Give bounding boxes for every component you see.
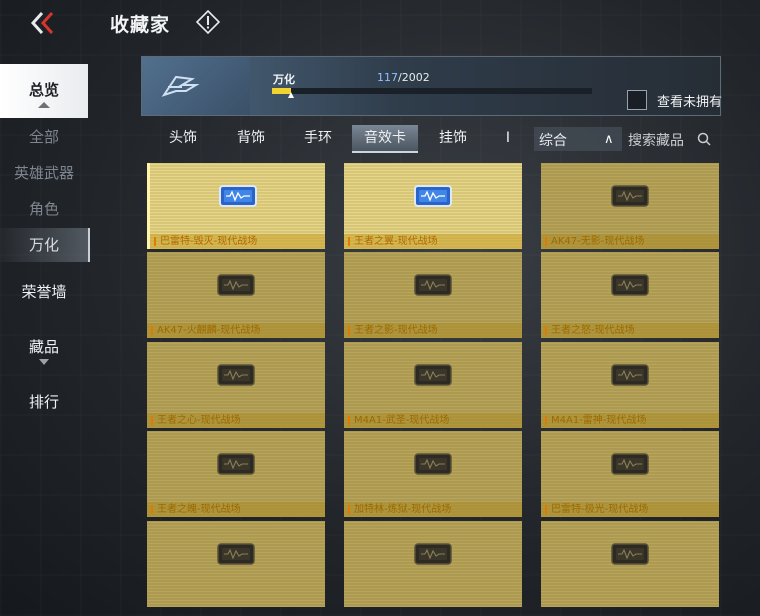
sort-dropdown[interactable]: 综合 ∧ [534,127,622,151]
sound-card-icon [216,272,256,298]
sound-card-icon [216,541,256,567]
progress-total: /2002 [398,71,430,84]
caret-down-icon [39,359,49,365]
tab-pendant[interactable]: 挂饰 [430,125,476,151]
sound-card-icon [413,451,453,477]
sound-card-name: 王者之翼-现代战场 [344,234,522,249]
sound-card-item[interactable]: 王者之魄-现代战场 [147,431,325,517]
sound-card-icon [610,362,650,388]
sound-card-item[interactable]: 巴雷特-毁灭-现代战场 [147,163,325,249]
sound-card-icon [610,541,650,567]
sound-card-item[interactable]: AK47-火麒麟-现代战场 [147,252,325,338]
wings-emblem-icon [161,75,200,97]
tab-backwear[interactable]: 背饰 [228,125,274,151]
sound-card-icon [216,362,256,388]
show-unowned-label: 查看未拥有 [657,95,723,110]
search-input[interactable]: 搜索藏品 [628,130,684,150]
sidebar-sub-all[interactable]: 全部 [0,126,88,148]
search-icon[interactable] [697,131,711,146]
sound-card-name: M4A1-武圣-现代战场 [344,413,522,428]
sound-card-item[interactable] [147,521,325,607]
progress-bar [272,88,592,98]
sidebar-item-overview[interactable]: 总览 [0,64,88,118]
chevron-up-icon: ∧ [604,132,614,147]
sound-card-name: 王者之心-现代战场 [147,413,325,428]
sound-card-item[interactable]: 加特林-炼狱-现代战场 [344,431,522,517]
back-button[interactable] [28,10,60,36]
sidebar-sub-wanhua[interactable]: 万化 [0,228,90,262]
sound-card-item[interactable] [344,521,522,607]
sound-card-name: 巴雷特-极光-现代战场 [541,502,719,517]
info-button[interactable] [195,9,221,35]
sound-card-name: 王者之怒-现代战场 [541,323,719,338]
tab-headwear[interactable]: 头饰 [160,125,206,151]
tab-sound-card[interactable]: 音效卡 [352,125,418,153]
sidebar-sub-characters[interactable]: 角色 [0,198,88,220]
sidebar-overview-label: 总览 [28,81,59,99]
sound-card-name: 加特林-炼狱-现代战场 [344,502,522,517]
caret-up-icon [38,102,50,108]
sound-card-item[interactable]: 王者之翼-现代战场 [344,163,522,249]
sound-card-item[interactable]: M4A1-武圣-现代战场 [344,342,522,428]
sort-label: 综合 [539,133,567,149]
progress-current: 117 [377,71,398,84]
progress-text: 117/2002 [377,71,430,84]
sound-card-icon [413,183,453,209]
sound-card-item[interactable]: AK47-无影-现代战场 [541,163,719,249]
show-unowned-checkbox[interactable] [627,90,647,110]
sound-card-icon [610,451,650,477]
sound-card-icon [218,183,258,209]
sound-card-icon [216,451,256,477]
tab-more[interactable]: I [498,125,518,151]
collection-name: 万化 [273,73,295,86]
sound-card-name: 王者之影-现代战场 [344,323,522,338]
progress-marker-icon [288,92,294,98]
sound-card-item[interactable]: 王者之影-现代战场 [344,252,522,338]
sound-card-name: M4A1-雷神-现代战场 [541,413,719,428]
sound-card-item[interactable]: 王者之怒-现代战场 [541,252,719,338]
sidebar-item-ranking[interactable]: 排行 [0,391,88,413]
page-title: 收藏家 [110,14,171,36]
sound-card-name: AK47-无影-现代战场 [541,234,719,249]
sound-card-icon [413,541,453,567]
sound-card-item[interactable]: 巴雷特-极光-现代战场 [541,431,719,517]
sidebar-collectibles-label: 藏品 [28,338,59,356]
sound-card-name: AK47-火麒麟-现代战场 [147,323,325,338]
sidebar-item-collectibles[interactable]: 藏品 [0,336,88,366]
tab-bracelet[interactable]: 手环 [295,125,341,151]
exclamation-diamond-icon [195,9,221,35]
sidebar-sub-hero-weapons[interactable]: 英雄武器 [0,162,88,184]
sound-card-item[interactable]: M4A1-雷神-现代战场 [541,342,719,428]
sidebar-item-honor-wall[interactable]: 荣誉墙 [0,281,88,303]
double-chevron-left-icon [30,11,54,35]
sound-card-item[interactable]: 王者之心-现代战场 [147,342,325,428]
sound-card-item[interactable] [541,521,719,607]
sound-card-icon [610,183,650,209]
sound-card-name: 巴雷特-毁灭-现代战场 [150,234,325,249]
sound-card-icon [413,272,453,298]
collection-emblem [142,57,250,115]
sound-card-name: 王者之魄-现代战场 [147,502,325,517]
sound-card-icon [413,362,453,388]
sound-card-icon [610,272,650,298]
